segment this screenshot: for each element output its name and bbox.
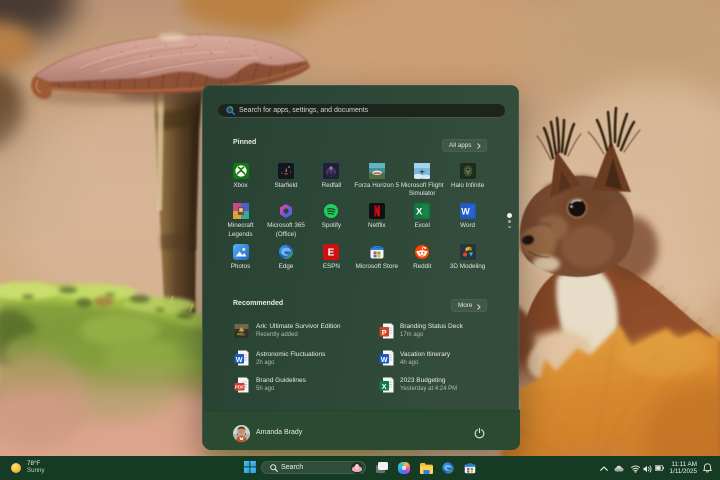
svg-text:W: W [235,355,242,364]
svg-text:X: X [416,207,423,218]
svg-text:X: X [381,381,386,390]
svg-text:E: E [328,247,335,258]
svg-text:W: W [380,355,387,364]
svg-text:P: P [381,327,386,336]
svg-text:PDF: PDF [235,384,244,389]
svg-text:W: W [461,207,470,217]
